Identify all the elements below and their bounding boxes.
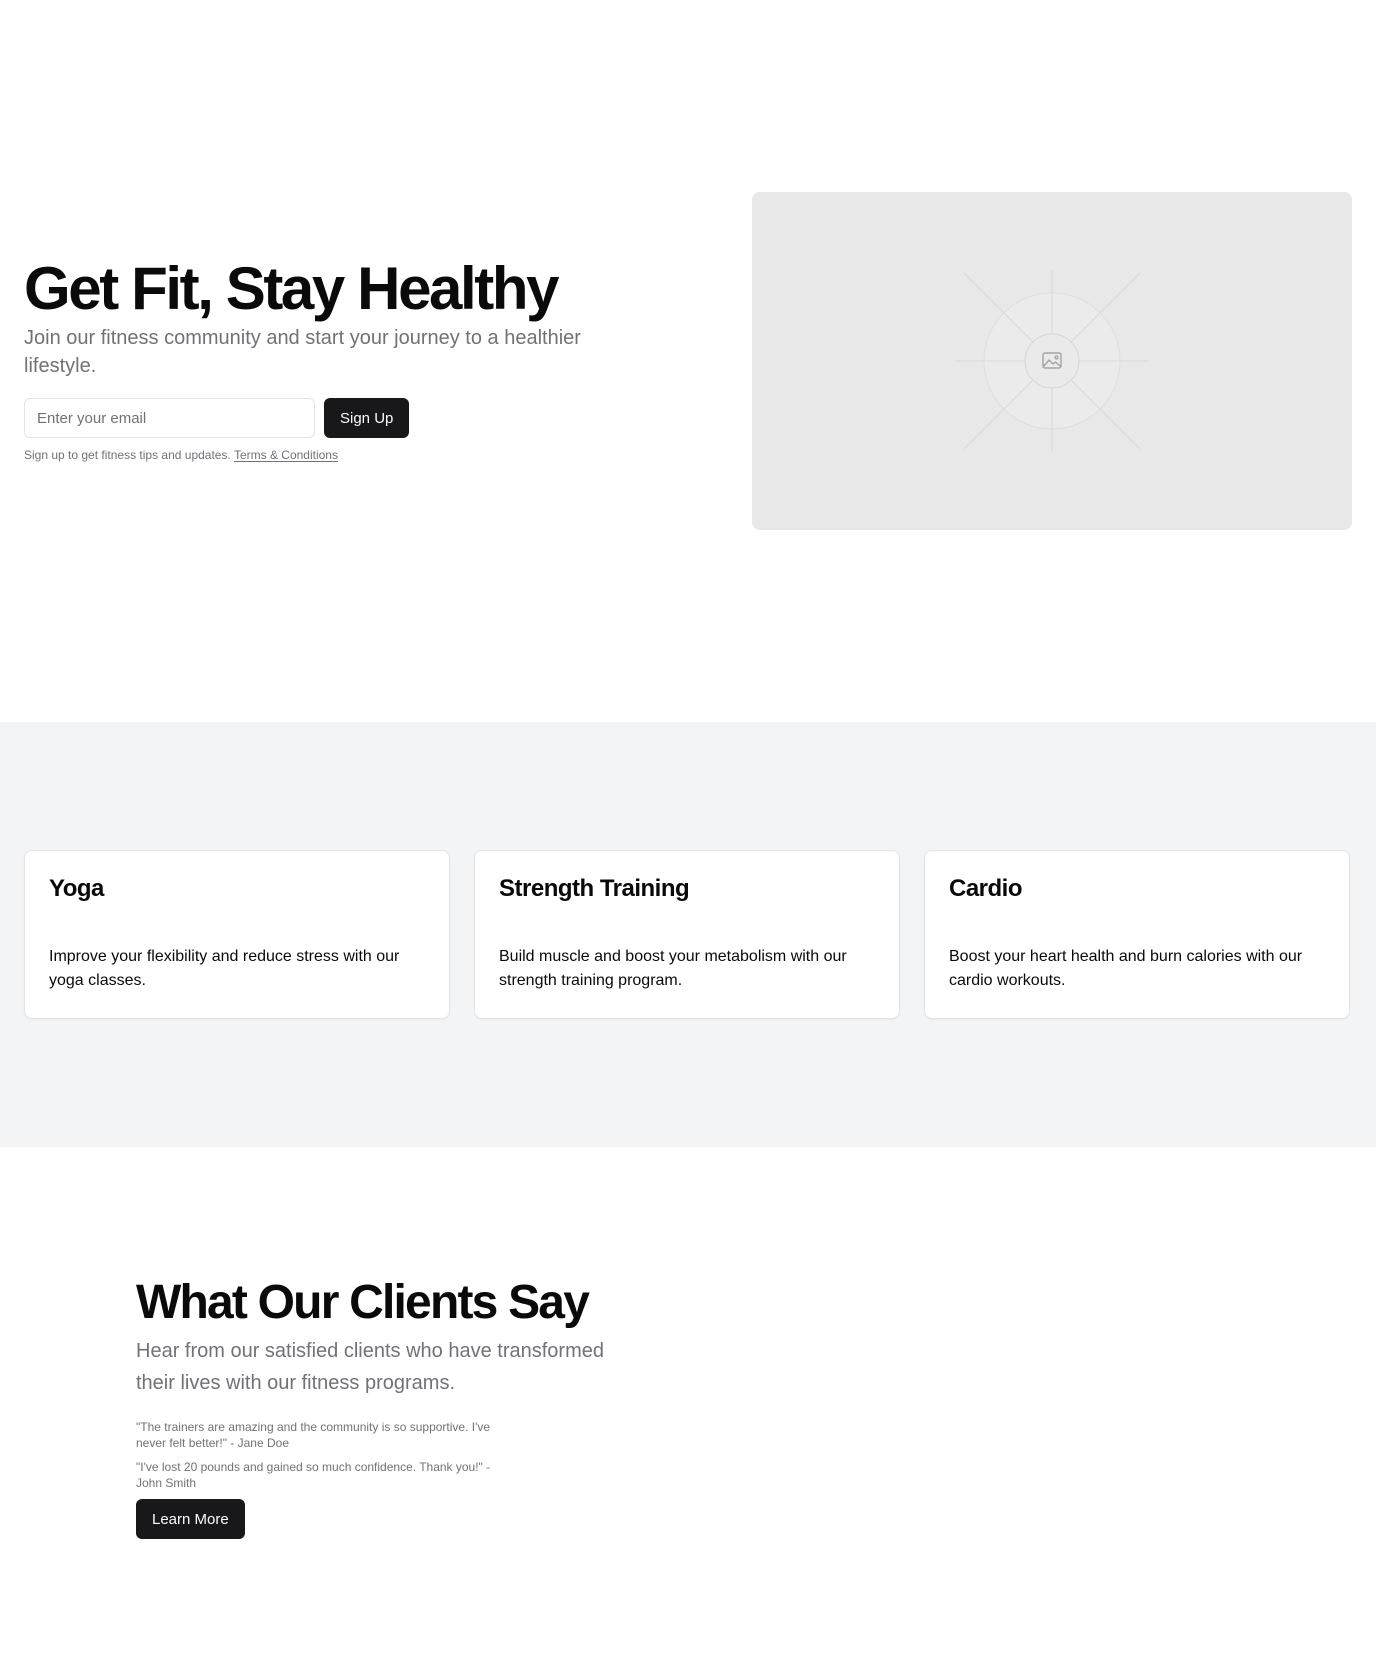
- card-description: Improve your flexibility and reduce stre…: [49, 948, 400, 989]
- terms-link[interactable]: Terms & Conditions: [234, 448, 338, 462]
- card-title: Yoga: [49, 875, 104, 902]
- hero-section: Get Fit, Stay Healthy Join our fitness c…: [0, 0, 1376, 722]
- testimonials-content: What Our Clients Say Hear from our satis…: [136, 1275, 736, 1539]
- feature-card-cardio: Cardio Boost your heart health and burn …: [924, 850, 1350, 1019]
- hero-subtitle: Join our fitness community and start you…: [24, 327, 581, 377]
- email-input[interactable]: [24, 398, 315, 438]
- testimonials-section: What Our Clients Say Hear from our satis…: [0, 1147, 1376, 1661]
- hero-content: Get Fit, Stay Healthy Join our fitness c…: [24, 256, 664, 463]
- feature-card-yoga: Yoga Improve your flexibility and reduce…: [24, 850, 450, 1019]
- card-description: Boost your heart health and burn calorie…: [949, 948, 1303, 989]
- testimonials-subtitle: Hear from our satisfied clients who have…: [136, 1340, 604, 1394]
- signup-form: Sign Up: [24, 398, 664, 438]
- image-placeholder-graphic: [956, 270, 1148, 452]
- sign-up-button[interactable]: Sign Up: [324, 398, 410, 438]
- card-title: Cardio: [949, 875, 1023, 902]
- learn-more-button[interactable]: Learn More: [136, 1499, 245, 1539]
- feature-card-strength-training: Strength Training Build muscle and boost…: [474, 850, 900, 1019]
- fine-print-text: Sign up to get fitness tips and updates.: [24, 448, 231, 462]
- signup-fine-print: Sign up to get fitness tips and updates.…: [24, 447, 664, 463]
- testimonial-quote: "The trainers are amazing and the commun…: [136, 1420, 491, 1450]
- testimonial-quote: "I've lost 20 pounds and gained so much …: [136, 1460, 491, 1490]
- hero-image-placeholder: [752, 192, 1352, 530]
- testimonials-title: What Our Clients Say: [136, 1276, 590, 1329]
- card-title: Strength Training: [499, 875, 690, 902]
- feature-cards: Yoga Improve your flexibility and reduce…: [24, 850, 1352, 1019]
- hero-title: Get Fit, Stay Healthy: [24, 255, 559, 322]
- features-section: Yoga Improve your flexibility and reduce…: [0, 722, 1376, 1147]
- card-description: Build muscle and boost your metabolism w…: [499, 948, 847, 989]
